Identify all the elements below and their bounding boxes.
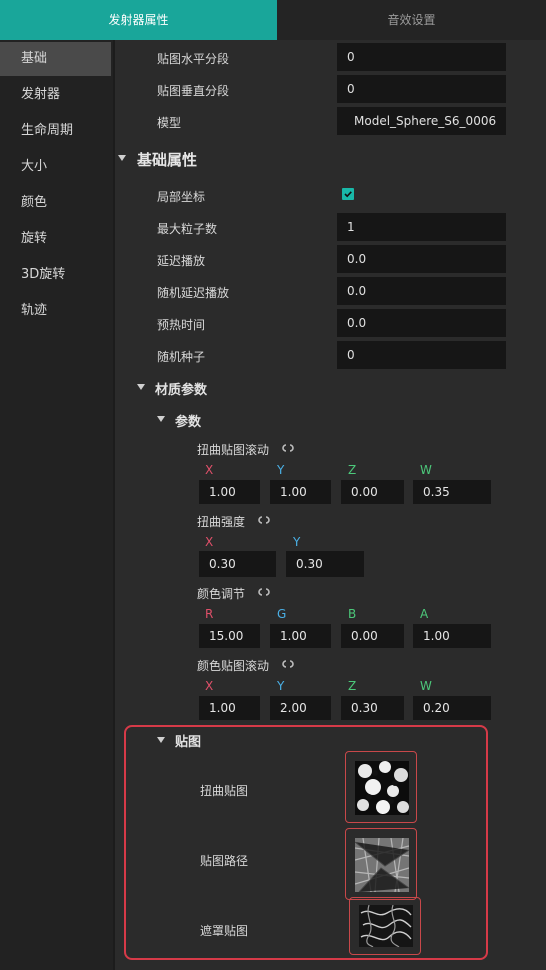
collapse-triangle-icon[interactable]: [137, 384, 145, 390]
param-label-distort-strength: 扭曲强度: [197, 515, 246, 529]
texture-label-path: 贴图路径: [200, 854, 249, 868]
prop-label-local-coords: 局部坐标: [157, 190, 206, 204]
color-adjust-a-field[interactable]: 1.00: [413, 624, 491, 648]
section-basic-title: 基础属性: [137, 151, 198, 169]
tab-sound-settings[interactable]: 音效设置: [277, 0, 546, 40]
distort-scroll-x-field[interactable]: 1.00: [199, 480, 260, 504]
checkmark-icon: [344, 191, 352, 198]
texture-label-distort: 扭曲贴图: [200, 784, 249, 798]
h-segments-field[interactable]: 0: [337, 43, 506, 71]
tab-bar: 发射器属性 音效设置: [0, 0, 546, 40]
sidebar-item-emitter[interactable]: 发射器: [0, 78, 111, 112]
distort-scroll-z-field[interactable]: 0.00: [341, 480, 404, 504]
sidebar-item-trail[interactable]: 轨迹: [0, 294, 111, 328]
link-icon[interactable]: [279, 443, 297, 453]
prop-label-model: 模型: [157, 116, 182, 130]
axis-label-y: Y: [277, 679, 285, 693]
random-seed-field[interactable]: 0: [337, 341, 506, 369]
prop-label-v-segments: 贴图垂直分段: [157, 84, 230, 98]
model-field[interactable]: Model_Sphere_S6_0006: [337, 107, 506, 135]
distort-texture-slot[interactable]: [345, 751, 417, 823]
axis-label-w: W: [420, 679, 432, 693]
axis-label-b: B: [348, 607, 357, 621]
link-icon[interactable]: [255, 587, 273, 597]
texture-label-mask: 遮罩贴图: [200, 924, 249, 938]
distort-scroll-y-field[interactable]: 1.00: [270, 480, 331, 504]
color-adjust-g-field[interactable]: 1.00: [270, 624, 331, 648]
axis-label-g: G: [277, 607, 287, 621]
axis-label-x: X: [205, 463, 214, 477]
path-texture-slot[interactable]: [345, 828, 417, 900]
color-scroll-z-field[interactable]: 0.30: [341, 696, 404, 720]
param-label-color-scroll: 颜色贴图滚动: [197, 659, 270, 673]
max-particles-field[interactable]: 1: [337, 213, 506, 241]
sidebar-item-3d-rotation[interactable]: 3D旋转: [0, 258, 111, 292]
section-textures-title: 贴图: [175, 735, 202, 750]
prop-label-random-delay: 随机延迟播放: [157, 286, 230, 300]
sidebar: 基础 发射器 生命周期 大小 颜色 旋转 3D旋转 轨迹: [0, 40, 113, 970]
link-icon[interactable]: [255, 515, 273, 525]
prop-label-delay: 延迟播放: [157, 254, 206, 268]
param-label-distort-scroll: 扭曲贴图滚动: [197, 443, 270, 457]
sidebar-item-basic[interactable]: 基础: [0, 42, 111, 76]
mask-texture-thumbnail: [359, 905, 413, 947]
collapse-triangle-icon[interactable]: [157, 416, 165, 422]
color-scroll-w-field[interactable]: 0.20: [413, 696, 491, 720]
collapse-triangle-icon[interactable]: [118, 155, 126, 161]
prop-label-h-segments: 贴图水平分段: [157, 52, 230, 66]
prop-label-random-seed: 随机种子: [157, 350, 206, 364]
random-delay-field[interactable]: 0.0: [337, 277, 506, 305]
sidebar-item-lifecycle[interactable]: 生命周期: [0, 114, 111, 148]
delay-field[interactable]: 0.0: [337, 245, 506, 273]
section-material-title: 材质参数: [155, 383, 208, 398]
color-adjust-r-field[interactable]: 15.00: [199, 624, 260, 648]
distort-scroll-w-field[interactable]: 0.35: [413, 480, 491, 504]
prop-label-prewarm: 预热时间: [157, 318, 206, 332]
mask-texture-slot[interactable]: [349, 897, 421, 955]
textures-highlight-box: [124, 725, 488, 960]
axis-label-y: Y: [293, 535, 301, 549]
axis-label-w: W: [420, 463, 432, 477]
prewarm-field[interactable]: 0.0: [337, 309, 506, 337]
sidebar-item-color[interactable]: 颜色: [0, 186, 111, 220]
local-coords-checkbox[interactable]: [342, 188, 354, 200]
axis-label-z: Z: [348, 463, 357, 477]
path-texture-thumbnail: [355, 838, 409, 892]
collapse-triangle-icon[interactable]: [157, 737, 165, 743]
axis-label-y: Y: [277, 463, 285, 477]
divider: [113, 40, 115, 970]
axis-label-z: Z: [348, 679, 357, 693]
axis-label-r: R: [205, 607, 214, 621]
color-scroll-x-field[interactable]: 1.00: [199, 696, 260, 720]
color-scroll-y-field[interactable]: 2.00: [270, 696, 331, 720]
section-params-title: 参数: [175, 415, 202, 430]
tab-emitter-properties[interactable]: 发射器属性: [0, 0, 277, 40]
prop-label-max-particles: 最大粒子数: [157, 222, 218, 236]
sidebar-item-size[interactable]: 大小: [0, 150, 111, 184]
axis-label-a: A: [420, 607, 429, 621]
sidebar-item-rotation[interactable]: 旋转: [0, 222, 111, 256]
axis-label-x: X: [205, 535, 214, 549]
axis-label-x: X: [205, 679, 214, 693]
param-label-color-adjust: 颜色调节: [197, 587, 246, 601]
distort-strength-y-field[interactable]: 0.30: [286, 551, 364, 577]
link-icon[interactable]: [279, 659, 297, 669]
distort-strength-x-field[interactable]: 0.30: [199, 551, 276, 577]
v-segments-field[interactable]: 0: [337, 75, 506, 103]
color-adjust-b-field[interactable]: 0.00: [341, 624, 404, 648]
distort-texture-thumbnail: [355, 761, 409, 815]
